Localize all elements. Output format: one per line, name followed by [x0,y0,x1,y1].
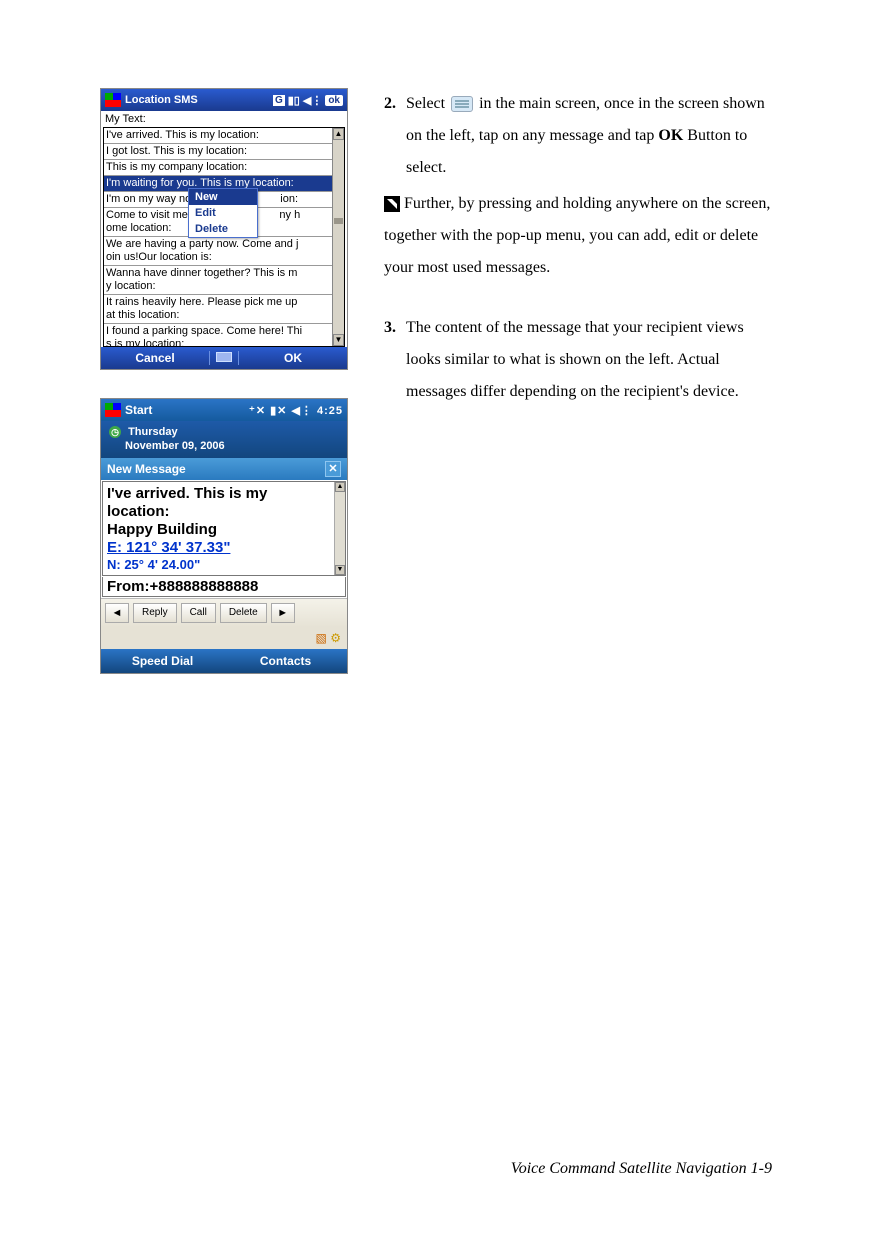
day-label: Thursday [128,426,178,438]
ok-bold: OK [658,127,683,144]
message-body: I've arrived. This is my location: Happy… [102,481,346,577]
delete-button[interactable]: Delete [220,603,267,623]
windows-flag-icon [105,93,121,107]
list-item[interactable]: Wanna have dinner together? This is my l… [104,266,332,295]
coord-e[interactable]: E: 121° 34' 37.33" [107,539,341,557]
cancel-button[interactable]: Cancel [101,351,209,365]
step-number: 3. [384,312,406,408]
new-message-header: New Message ✕ [101,458,347,480]
list-item[interactable]: It rains heavily here. Please pick me up… [104,295,332,324]
mytext-label: My Text: [101,111,347,127]
action-bar: ◄ Reply Call Delete ► [101,598,347,627]
titlebar: Location SMS G ▮▯ ◀⋮ ok [101,89,347,111]
contacts-button[interactable]: Contacts [224,654,347,668]
close-icon[interactable]: ✕ [325,461,341,477]
context-menu: New Edit Delete [188,188,258,238]
clock-icon: ◷ [109,426,121,438]
list-item[interactable]: We are having a party now. Come and join… [104,237,332,266]
step-text: Select in the main screen, once in the s… [406,88,772,184]
from-label: From: [107,578,150,595]
ok-button[interactable]: ok [325,95,343,106]
tray: ▧ ⚙ [101,627,347,649]
page-footer: Voice Command Satellite Navigation 1-9 [0,1160,772,1178]
note-icon [384,196,400,212]
softkey-bar: Cancel OK [101,347,347,369]
gprs-icon: G [273,95,285,106]
scroll-thumb[interactable] [334,218,343,224]
new-message-label: New Message [107,462,186,476]
menu-delete[interactable]: Delete [189,221,257,237]
scrollbar[interactable]: ▲ ▼ [332,128,344,346]
scroll-up-icon[interactable]: ▲ [335,482,345,492]
coord-n: N: 25° 4' 24.00" [107,557,341,573]
note-text: Further, by pressing and holding anywher… [384,195,770,276]
signal-icon: ▮▯ [288,94,300,107]
step-text: The content of the message that your rec… [406,312,772,408]
ok-softkey[interactable]: OK [239,351,347,365]
step-number: 2. [384,88,406,184]
body-line: I've arrived. This is my [107,485,341,503]
status-icons: ⁺✕ ▮✕ ◀⋮ 4:25 [249,404,343,417]
scroll-down-icon[interactable]: ▼ [333,334,344,346]
status-icons: G ▮▯ ◀⋮ ok [273,94,343,107]
step-2: 2. Select in the main screen, once in th… [384,88,772,184]
from-number: +888888888888 [150,578,259,595]
scrollbar[interactable]: ▲ ▼ [334,482,345,576]
sms-icon [451,96,473,112]
start-title[interactable]: Start [125,403,249,417]
text: Select [406,95,449,112]
tray-icon: ▧ [316,631,327,645]
scroll-down-icon[interactable]: ▼ [335,565,345,575]
prev-button[interactable]: ◄ [105,603,129,623]
page-content: Location SMS G ▮▯ ◀⋮ ok My Text: I've ar… [0,0,872,734]
note-block: Further, by pressing and holding anywher… [384,188,772,284]
menu-new[interactable]: New [189,189,257,205]
body-line: location: [107,503,341,521]
titlebar: Start ⁺✕ ▮✕ ◀⋮ 4:25 [101,399,347,421]
date-area: ◷ Thursday November 09, 2006 [101,421,347,458]
list-item[interactable]: This is my company location: [104,160,332,176]
keyboard-icon [216,352,232,362]
list-item[interactable]: I found a parking space. Come here! This… [104,324,332,346]
screenshot-location-sms: Location SMS G ▮▯ ◀⋮ ok My Text: I've ar… [100,88,348,370]
call-button[interactable]: Call [181,603,216,623]
tray-icon: ⚙ [330,631,341,645]
date-label: November 09, 2006 [125,440,225,452]
instruction-column: 2. Select in the main screen, once in th… [384,88,772,674]
softkey-bar: Speed Dial Contacts [101,649,347,673]
screenshots-column: Location SMS G ▮▯ ◀⋮ ok My Text: I've ar… [100,88,348,674]
menu-edit[interactable]: Edit [189,205,257,221]
keyboard-button[interactable] [209,351,239,365]
from-bar: From:+888888888888 [102,577,346,597]
speaker-icon: ◀⋮ [303,94,322,107]
body-line: Happy Building [107,521,341,539]
step-3: 3. The content of the message that your … [384,312,772,408]
list-item[interactable]: I got lost. This is my location: [104,144,332,160]
message-list[interactable]: I've arrived. This is my location: I got… [103,127,345,347]
clock: 4:25 [317,405,343,417]
windows-flag-icon [105,403,121,417]
speed-dial-button[interactable]: Speed Dial [101,654,224,668]
list-item[interactable]: I've arrived. This is my location: [104,128,332,144]
next-button[interactable]: ► [271,603,295,623]
reply-button[interactable]: Reply [133,603,177,623]
window-title: Location SMS [125,94,273,106]
screenshot-received-sms: Start ⁺✕ ▮✕ ◀⋮ 4:25 ◷ Thursday November … [100,398,348,674]
scroll-up-icon[interactable]: ▲ [333,128,344,140]
